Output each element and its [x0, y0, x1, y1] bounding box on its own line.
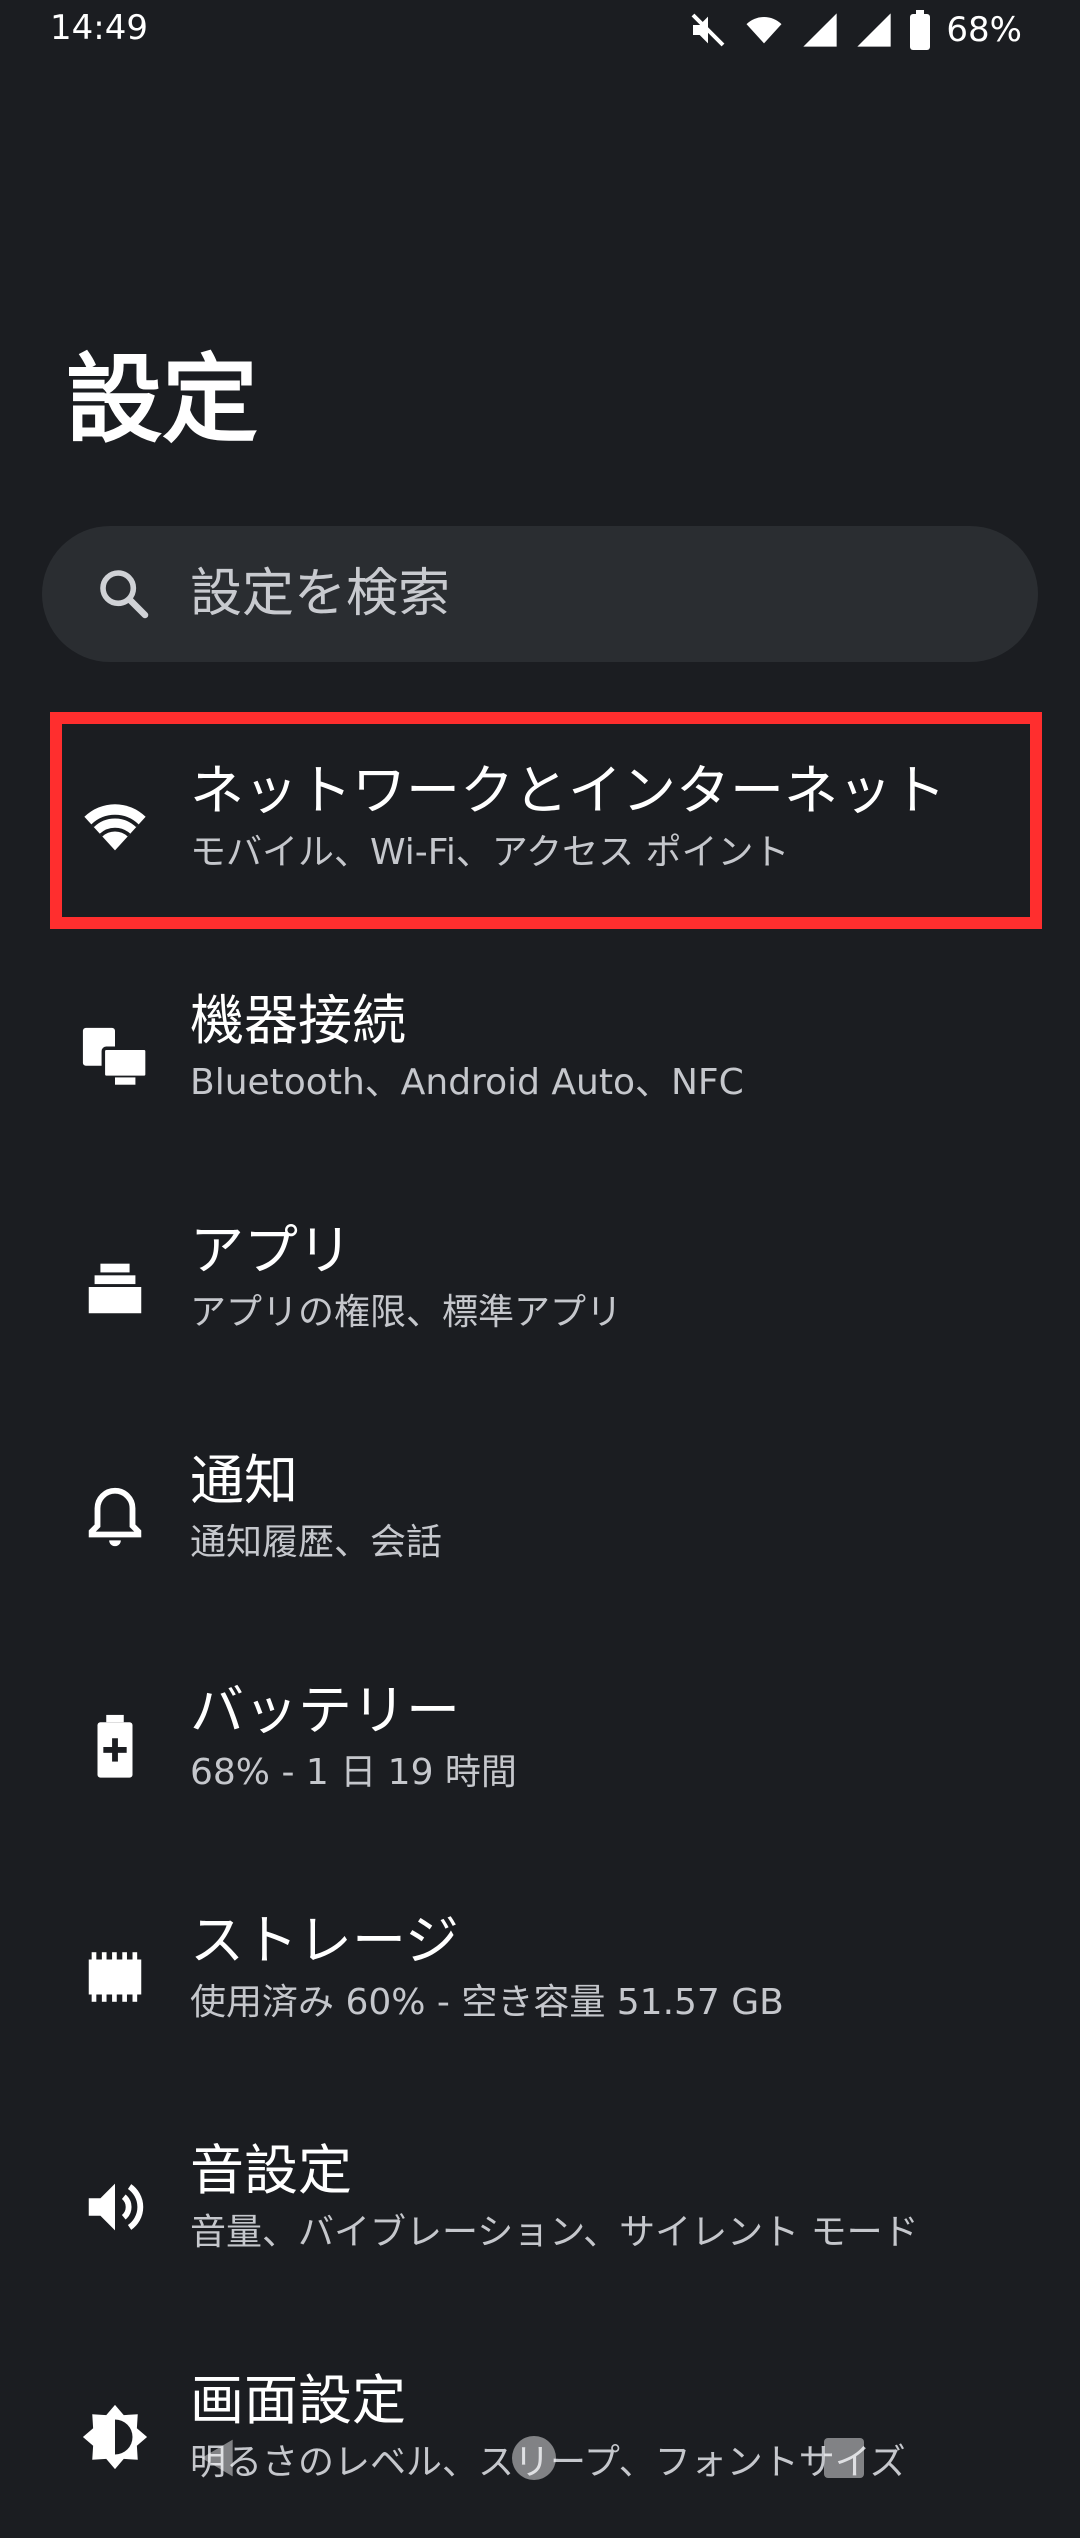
volume-icon — [80, 2172, 150, 2242]
item-subtitle: 68% - 1 日 19 時間 — [190, 1752, 517, 1793]
item-subtitle: 使用済み 60% - 空き容量 51.57 GB — [190, 1982, 784, 2023]
navigation-bar — [0, 2420, 1080, 2520]
item-title: バッテリー — [190, 1679, 460, 1742]
apps-icon — [80, 1252, 150, 1322]
item-subtitle: アプリの権限、標準アプリ — [190, 1292, 623, 1333]
item-title: アプリ — [190, 1219, 352, 1282]
status-bar: 14:49 68% — [0, 0, 1080, 60]
mute-icon — [688, 10, 728, 50]
signal-icon — [854, 10, 894, 50]
battery-percent: 68% — [946, 10, 1022, 50]
back-icon[interactable] — [196, 2436, 240, 2484]
settings-item-battery[interactable]: バッテリー 68% - 1 日 19 時間 — [0, 1638, 1080, 1848]
item-subtitle: Bluetooth、Android Auto、NFC — [190, 1062, 744, 1103]
settings-item-notifications[interactable]: 通知 通知履歴、会話 — [0, 1408, 1080, 1618]
bell-icon — [80, 1482, 150, 1552]
battery-icon — [908, 10, 932, 50]
highlight-box — [50, 712, 1042, 929]
item-subtitle: 通知履歴、会話 — [190, 1522, 443, 1563]
settings-item-apps[interactable]: アプリ アプリの権限、標準アプリ — [0, 1178, 1080, 1388]
battery-icon — [80, 1712, 150, 1782]
item-title: 音設定 — [190, 2139, 352, 2202]
item-title: ストレージ — [190, 1909, 459, 1972]
storage-icon — [80, 1942, 150, 2012]
settings-item-devices[interactable]: 機器接続 Bluetooth、Android Auto、NFC — [0, 948, 1080, 1158]
recents-icon[interactable] — [824, 2438, 864, 2478]
status-time: 14:49 — [50, 8, 148, 48]
item-title: 通知 — [190, 1449, 298, 1512]
search-input[interactable]: 設定を検索 — [190, 562, 450, 626]
home-icon[interactable] — [512, 2436, 556, 2480]
search-icon[interactable] — [96, 566, 152, 622]
devices-icon — [80, 1022, 150, 1092]
status-icons: 68% — [688, 8, 1022, 52]
signal-icon — [800, 10, 840, 50]
wifi-icon — [742, 10, 786, 50]
settings-item-storage[interactable]: ストレージ 使用済み 60% - 空き容量 51.57 GB — [0, 1868, 1080, 2078]
item-title: 機器接続 — [190, 989, 406, 1052]
settings-item-sound[interactable]: 音設定 音量、バイブレーション、サイレント モード — [0, 2098, 1080, 2308]
item-subtitle: 音量、バイブレーション、サイレント モード — [190, 2212, 919, 2253]
page-title: 設定 — [66, 344, 258, 456]
